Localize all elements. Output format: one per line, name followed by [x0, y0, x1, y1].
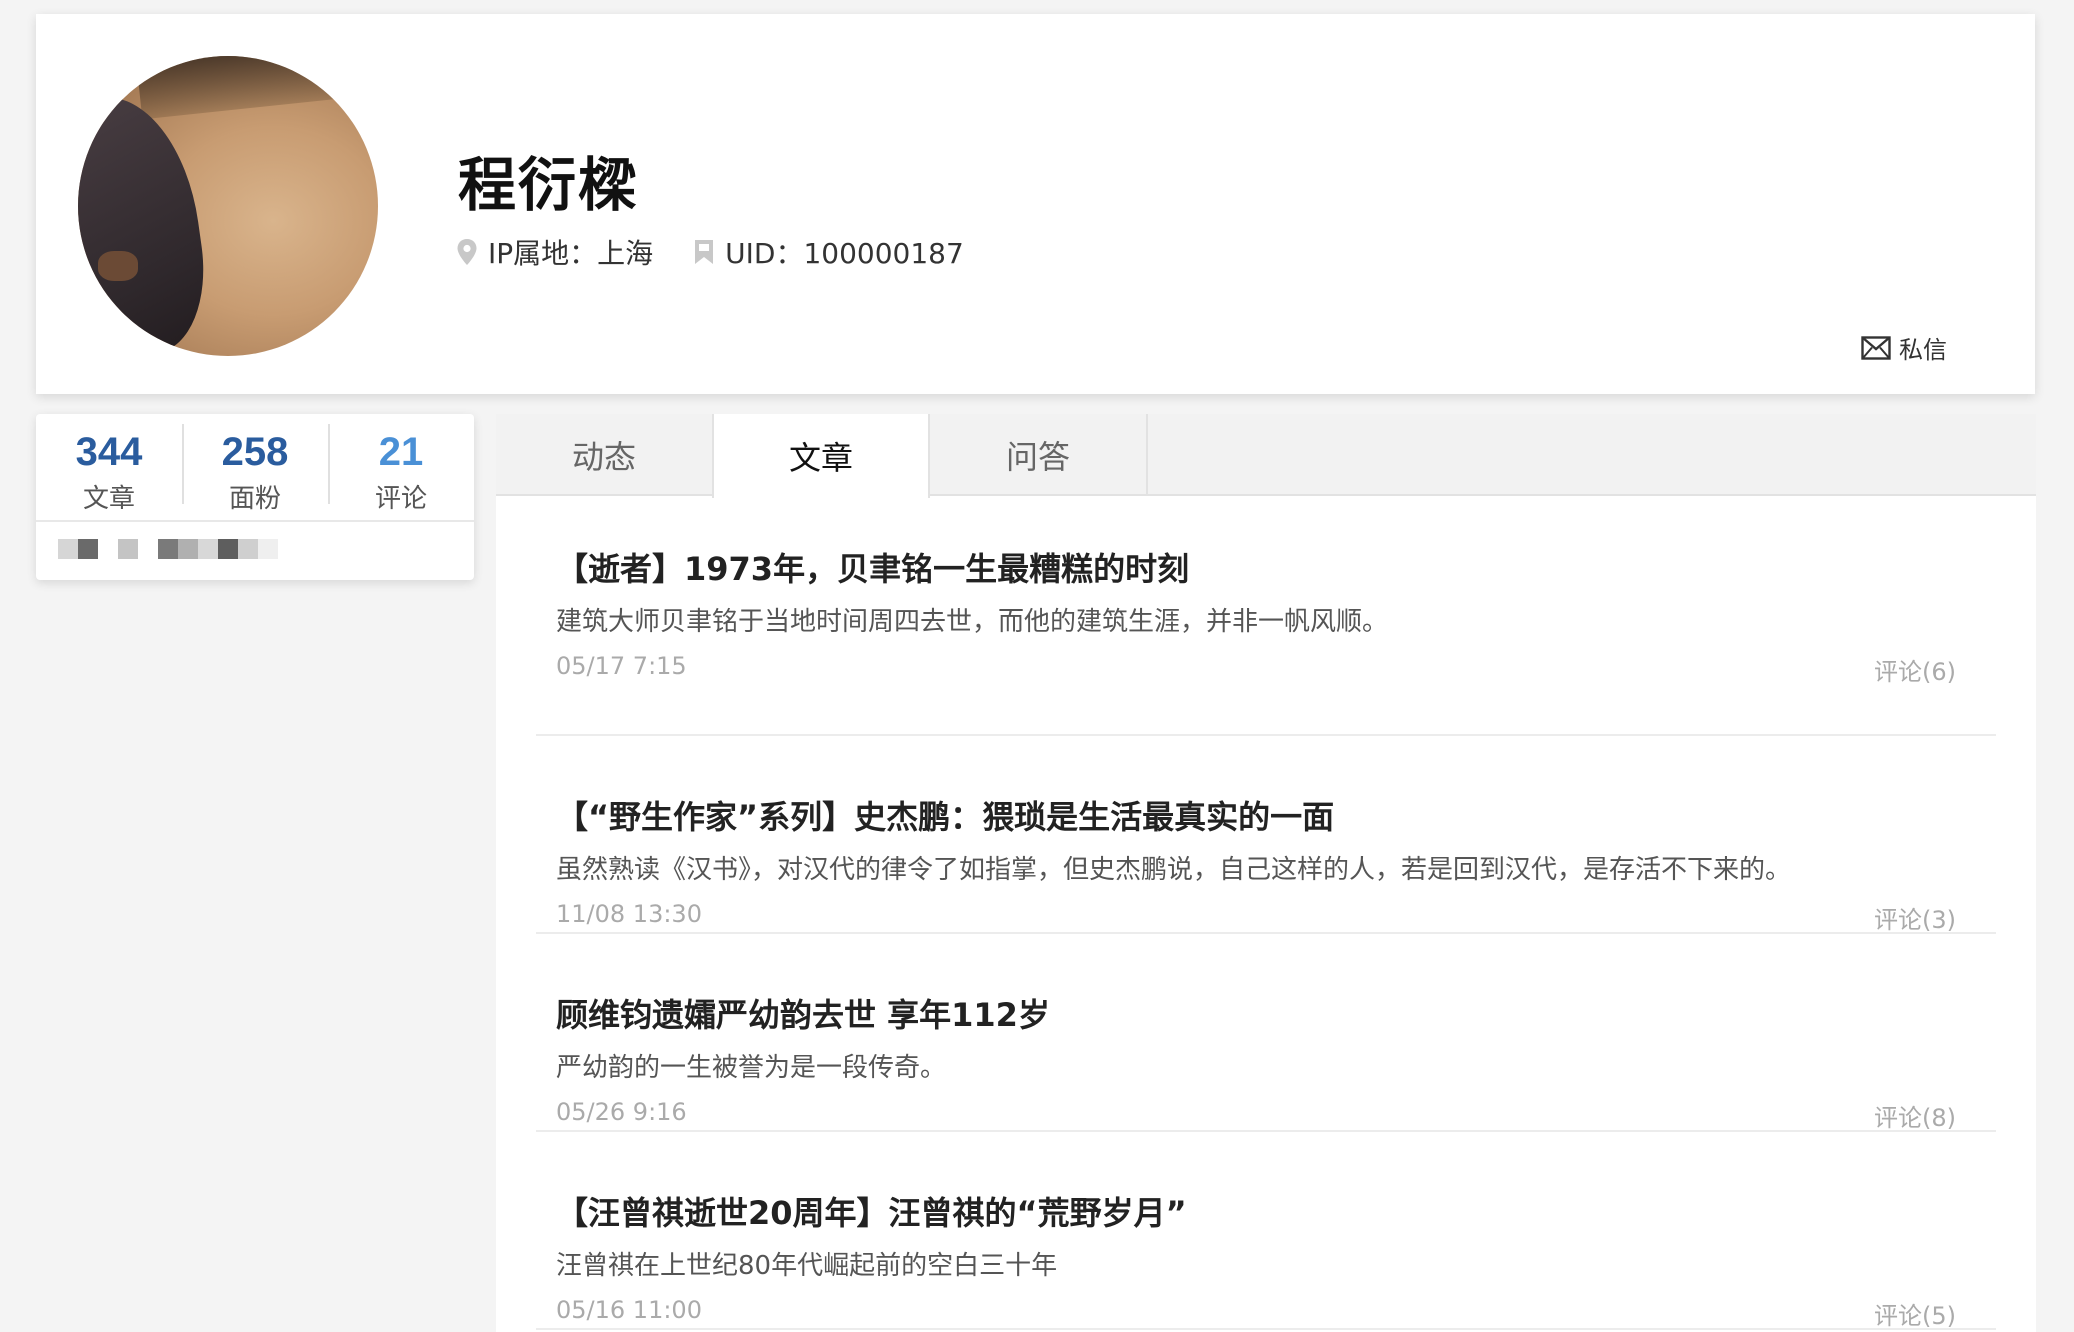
avatar-photo-hand [98, 251, 138, 281]
user-meta: IP属地：上海 UID：100000187 [456, 232, 1004, 272]
ip-location: IP属地：上海 [456, 232, 653, 272]
article-comments-link[interactable]: 评论(5) [1874, 1296, 1956, 1331]
avatar-photo-figure [78, 86, 216, 356]
uid: UID：100000187 [693, 232, 964, 272]
stat-fans[interactable]: 258 面粉 [182, 414, 328, 520]
private-message-label: 私信 [1899, 336, 1947, 364]
envelope-icon [1861, 335, 1891, 360]
article-date: 05/26 9:16 [556, 1098, 687, 1126]
private-message-button[interactable]: 私信 [1861, 330, 1947, 365]
bookmark-icon [695, 240, 714, 264]
article-list: 【逝者】1973年，贝聿铭一生最糟糕的时刻 建筑大师贝聿铭于当地时间周四去世，而… [496, 496, 2036, 1330]
stat-comments-count: 21 [378, 430, 424, 474]
tab-bar: 动态 文章 问答 [496, 414, 2036, 498]
ip-location-text: IP属地：上海 [488, 237, 654, 270]
article-summary: 建筑大师贝聿铭于当地时间周四去世，而他的建筑生涯，并非一帆风顺。 [556, 607, 1389, 637]
pixelated-redaction [58, 539, 278, 559]
article-title[interactable]: 【逝者】1973年，贝聿铭一生最糟糕的时刻 [556, 544, 1189, 590]
article-title[interactable]: 【“野生作家”系列】史杰鹏：猥琐是生活最真实的一面 [556, 792, 1334, 838]
stats-row: 344 文章 258 面粉 21 评论 [36, 414, 474, 522]
list-item: 顾维钧遗孀严幼韵去世 享年112岁 严幼韵的一生被誉为是一段传奇。 05/26 … [536, 934, 1996, 1132]
content-panel: 动态 文章 问答 【逝者】1973年，贝聿铭一生最糟糕的时刻 建筑大师贝聿铭于当… [496, 414, 2036, 1332]
article-comments-link[interactable]: 评论(8) [1874, 1098, 1956, 1133]
list-item: 【汪曾祺逝世20周年】汪曾祺的“荒野岁月” 汪曾祺在上世纪80年代崛起前的空白三… [536, 1132, 1996, 1330]
profile-header: 程衍樑 IP属地：上海 UID：100000187 私信 [36, 14, 2035, 394]
article-date: 11/08 13:30 [556, 900, 702, 928]
stat-fans-count: 258 [221, 430, 289, 474]
stats-card: 344 文章 258 面粉 21 评论 [36, 414, 474, 580]
article-date: 05/17 7:15 [556, 652, 687, 680]
stat-comments[interactable]: 21 评论 [328, 414, 474, 520]
user-name: 程衍樑 [458, 151, 639, 219]
location-pin-icon [457, 239, 477, 265]
article-comments-link[interactable]: 评论(3) [1874, 900, 1956, 935]
article-title[interactable]: 顾维钧遗孀严幼韵去世 享年112岁 [556, 990, 1050, 1036]
stat-articles-label: 文章 [82, 484, 135, 514]
list-item: 【逝者】1973年，贝聿铭一生最糟糕的时刻 建筑大师贝聿铭于当地时间周四去世，而… [536, 496, 1996, 736]
stat-comments-label: 评论 [374, 484, 427, 514]
stat-fans-label: 面粉 [228, 484, 281, 514]
article-summary: 虽然熟读《汉书》，对汉代的律令了如指掌，但史杰鹏说，自己这样的人，若是回到汉代，… [556, 855, 1792, 885]
article-date: 05/16 11:00 [556, 1296, 702, 1324]
avatar[interactable] [78, 56, 378, 356]
article-title[interactable]: 【汪曾祺逝世20周年】汪曾祺的“荒野岁月” [556, 1188, 1187, 1234]
tab-qa[interactable]: 问答 [930, 414, 1148, 496]
uid-text: UID：100000187 [725, 237, 964, 270]
tab-activity[interactable]: 动态 [496, 414, 714, 496]
list-item: 【“野生作家”系列】史杰鹏：猥琐是生活最真实的一面 虽然熟读《汉书》，对汉代的律… [536, 736, 1996, 934]
avatar-photo-shadow [135, 56, 378, 120]
article-summary: 严幼韵的一生被誉为是一段传奇。 [556, 1053, 947, 1083]
stat-articles[interactable]: 344 文章 [36, 414, 182, 520]
tab-articles[interactable]: 文章 [712, 414, 930, 498]
article-summary: 汪曾祺在上世纪80年代崛起前的空白三十年 [556, 1251, 1058, 1281]
stat-articles-count: 344 [75, 430, 143, 474]
article-comments-link[interactable]: 评论(6) [1874, 652, 1956, 687]
